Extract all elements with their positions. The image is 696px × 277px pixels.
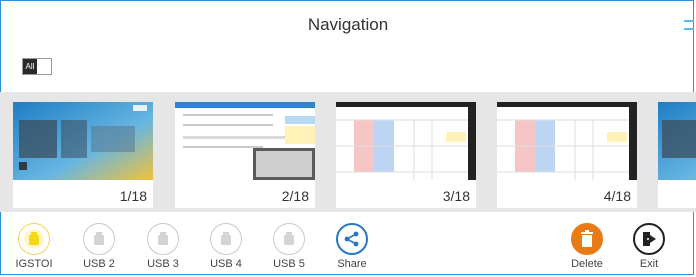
page-number: 4/18 (603, 188, 631, 204)
share-icon (336, 223, 368, 255)
storage-button-4[interactable]: USB 4 (204, 223, 248, 270)
exit-icon (633, 223, 665, 255)
thumbnail-4[interactable]: 4/18 (497, 102, 637, 208)
share-button[interactable]: Share (330, 223, 374, 270)
storage-button-5[interactable]: USB 5 (267, 223, 311, 270)
all-toggle[interactable]: All (22, 58, 52, 75)
exit-label: Exit (639, 258, 659, 270)
thumbnail-5[interactable] (658, 102, 696, 208)
thumbnail-1-preview (13, 102, 153, 180)
storage-label: USB 2 (83, 258, 115, 270)
thumbnail-strip[interactable]: 1/18 2/18 3/18 4/18 (0, 92, 696, 212)
storage-button-3[interactable]: USB 3 (141, 223, 185, 270)
trash-icon (571, 223, 603, 255)
thumbnail-2[interactable]: 2/18 (175, 102, 315, 208)
usb-drive-icon (83, 223, 115, 255)
thumbnail-5-preview (658, 102, 696, 180)
page-number: 2/18 (281, 188, 309, 204)
usb-drive-icon (147, 223, 179, 255)
page-title: Navigation (307, 15, 389, 34)
thumbnail-3[interactable]: 3/18 (336, 102, 476, 208)
storage-label: IGSTOI (15, 258, 53, 270)
storage-button-1[interactable]: IGSTOI (12, 223, 56, 270)
thumbnail-4-preview (497, 102, 637, 180)
usb-drive-icon (273, 223, 305, 255)
delete-label: Delete (571, 258, 603, 270)
thumbnail-1[interactable]: 1/18 (13, 102, 153, 208)
all-toggle-label: All (23, 59, 37, 74)
bottom-toolbar: IGSTOI USB 2 USB 3 USB 4 USB 5 Share Del… (0, 218, 696, 277)
share-label: Share (337, 258, 367, 270)
page-number: 1/18 (119, 188, 147, 204)
menu-icon[interactable] (684, 14, 694, 38)
storage-label: USB 5 (273, 258, 305, 270)
usb-drive-icon (210, 223, 242, 255)
page-number: 3/18 (442, 188, 470, 204)
thumbnail-3-preview (336, 102, 476, 180)
thumbnail-2-preview (175, 102, 315, 180)
storage-button-2[interactable]: USB 2 (77, 223, 121, 270)
delete-button[interactable]: Delete (565, 223, 609, 270)
exit-button[interactable]: Exit (627, 223, 671, 270)
storage-label: USB 4 (210, 258, 242, 270)
storage-label: USB 3 (147, 258, 179, 270)
usb-drive-icon (18, 223, 50, 255)
